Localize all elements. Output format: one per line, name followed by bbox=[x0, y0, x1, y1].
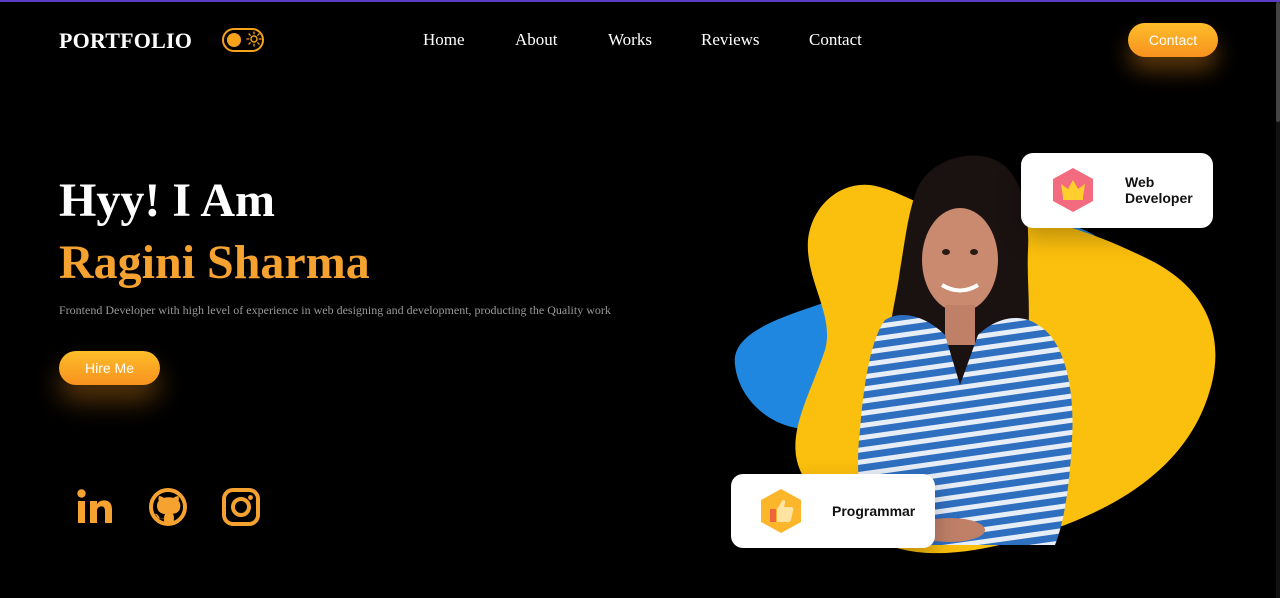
github-icon[interactable] bbox=[146, 485, 190, 529]
nav-home[interactable]: Home bbox=[423, 30, 465, 50]
scrollbar-thumb[interactable] bbox=[1276, 2, 1280, 122]
contact-button[interactable]: Contact bbox=[1128, 23, 1218, 57]
nav-reviews[interactable]: Reviews bbox=[701, 30, 760, 50]
web-card-line2: Developer bbox=[1125, 190, 1193, 206]
crown-badge-icon bbox=[1053, 168, 1093, 212]
instagram-icon[interactable] bbox=[219, 485, 263, 529]
thumbs-up-badge-icon bbox=[761, 489, 801, 533]
linkedin-icon[interactable] bbox=[74, 485, 118, 529]
programmer-label: Programmar bbox=[832, 503, 916, 519]
main-nav: Home About Works Reviews Contact bbox=[0, 30, 1280, 54]
hero-name: Ragini Sharma bbox=[59, 236, 370, 289]
hire-me-button[interactable]: Hire Me bbox=[59, 351, 160, 385]
web-developer-card: Web Developer bbox=[1021, 153, 1213, 228]
hero-description: Frontend Developer with high level of ex… bbox=[59, 303, 611, 317]
nav-works[interactable]: Works bbox=[608, 30, 652, 50]
page-scrollbar[interactable] bbox=[1276, 2, 1280, 598]
nav-about[interactable]: About bbox=[515, 30, 558, 50]
web-card-line1: Web bbox=[1125, 174, 1155, 190]
nav-contact[interactable]: Contact bbox=[809, 30, 862, 50]
face bbox=[922, 208, 998, 312]
hero-greeting: Hyy! I Am bbox=[59, 174, 275, 227]
top-accent-line bbox=[0, 0, 1280, 2]
programmer-card: Programmar bbox=[731, 474, 935, 548]
